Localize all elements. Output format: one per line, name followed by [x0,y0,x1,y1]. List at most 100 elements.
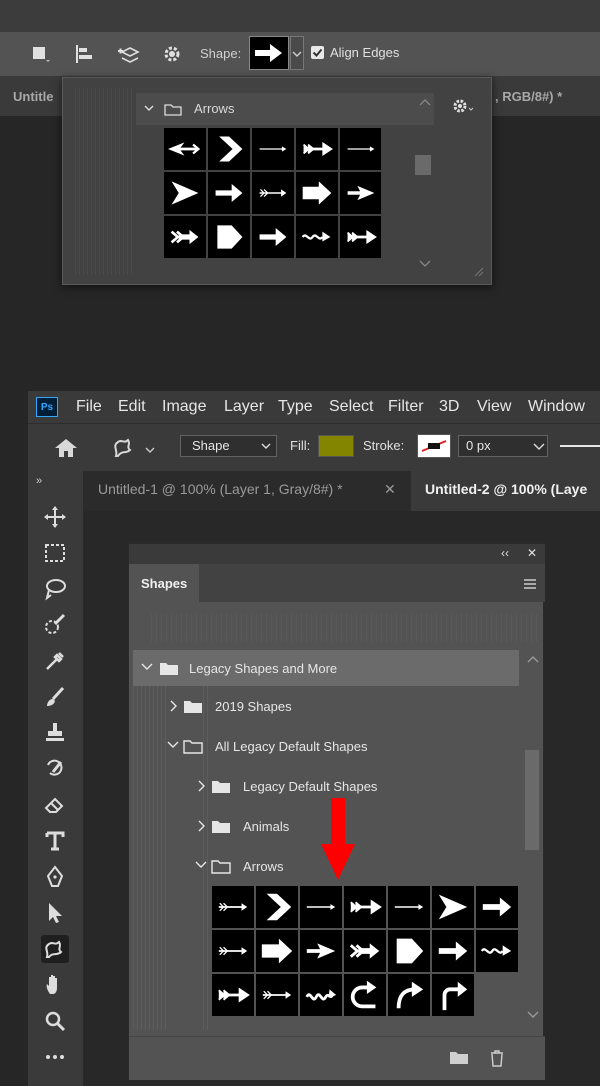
lasso-tool-icon[interactable] [41,575,69,603]
scroll-thumb[interactable] [525,750,539,850]
stamp-tool-icon[interactable] [41,719,69,747]
align-icon[interactable] [72,42,96,66]
arrow-feathered-thin-icon[interactable] [256,974,298,1016]
stroke-style-line[interactable] [560,445,600,447]
doc-tab-untitled-2[interactable]: Untitled-2 @ 100% (Laye [411,471,600,511]
panel-menu-icon[interactable] [523,578,537,590]
menu-view[interactable]: View [477,398,511,416]
trash-icon[interactable] [489,1049,505,1067]
row-all-legacy[interactable]: All Legacy Default Shapes [163,728,519,764]
align-edges-checkbox[interactable] [311,46,324,59]
collapse-icon[interactable]: » [36,475,42,487]
menu-window[interactable]: Window [528,398,585,416]
row-legacy-default[interactable]: Legacy Default Shapes [191,768,519,804]
type-tool-icon[interactable] [41,827,69,855]
rectangle-op-icon[interactable] [28,42,52,66]
eyedropper-tool-icon[interactable] [41,647,69,675]
gear-icon[interactable] [160,42,184,66]
arrow-feathered-thin-icon[interactable] [212,930,254,972]
menu-type[interactable]: Type [278,398,313,416]
arrow-wavy-icon[interactable] [296,216,338,258]
picker-scrollbar[interactable] [415,93,435,273]
doc-tab-untitled-1[interactable]: Untitled-1 @ 100% (Layer 1, Gray/8#) * [86,471,398,511]
resize-grip-icon[interactable] [473,266,485,278]
menu-select[interactable]: Select [329,398,373,416]
picker-scroll-thumb[interactable] [415,155,431,175]
menu-image[interactable]: Image [162,398,206,416]
arrow-bold-icon[interactable] [432,930,474,972]
arrow-bold-icon[interactable] [476,886,518,928]
row-arrows[interactable]: Arrows [191,848,519,884]
chevron-large-icon[interactable] [208,128,250,170]
arrowhead-triangle-icon[interactable] [432,886,474,928]
custom-shape-tool-icon[interactable] [41,935,69,963]
gear-icon[interactable] [451,96,477,116]
zoom-tool-icon[interactable] [41,1007,69,1035]
arrowhead-small-icon[interactable] [340,172,381,214]
stroke-swatch[interactable] [417,434,451,458]
quick-select-tool-icon[interactable] [41,611,69,639]
fill-swatch[interactable] [318,435,354,457]
mode-select[interactable]: Shape [180,435,277,457]
new-folder-icon[interactable] [449,1049,469,1065]
arrow-thin-icon[interactable] [300,886,342,928]
arrow-dart-icon[interactable] [164,128,206,170]
close-icon[interactable]: ✕ [384,481,396,498]
arrow-block-icon[interactable] [296,172,338,214]
history-brush-tool-icon[interactable] [41,755,69,783]
arrow-feathered-bold-icon[interactable] [164,216,206,258]
arrow-feathered-thin-icon[interactable] [212,886,254,928]
menu-file[interactable]: File [76,398,102,416]
menu-3d[interactable]: 3D [439,398,459,416]
chevron-large-icon[interactable] [256,886,298,928]
doc-tab-right[interactable]: , RGB/8#) * [495,89,562,104]
arrow-squiggle-icon[interactable] [300,974,342,1016]
arrow-feathered-bold-icon[interactable] [344,930,386,972]
arrowhead-small-icon[interactable] [300,930,342,972]
menu-edit[interactable]: Edit [118,398,146,416]
arrow-block-icon[interactable] [256,930,298,972]
arrow-pentagon-icon[interactable] [388,930,430,972]
marquee-tool-icon[interactable] [41,539,69,567]
custom-shape-tool-icon[interactable] [110,434,158,462]
scroll-down-icon[interactable] [527,1010,539,1020]
arrow-uturn-icon[interactable] [344,974,386,1016]
arrow-feathered-thin-icon[interactable] [252,172,294,214]
home-icon[interactable] [52,436,80,460]
scroll-up-icon[interactable] [527,654,539,664]
eraser-tool-icon[interactable] [41,791,69,819]
arrow-feathered-icon[interactable] [340,216,381,258]
row-2019-shapes[interactable]: 2019 Shapes [163,688,519,724]
shape-swatch[interactable] [249,36,289,70]
stroke-width-field[interactable]: 0 px [458,435,548,457]
arrow-thin-icon[interactable] [340,128,381,170]
arrow-corner-icon[interactable] [432,974,474,1016]
panel-close-icon[interactable]: ✕ [527,546,537,560]
pen-tool-icon[interactable] [41,863,69,891]
tab-shapes[interactable]: Shapes [129,564,199,602]
row-animals[interactable]: Animals [191,808,519,844]
arrow-feathered-icon[interactable] [344,886,386,928]
arrow-wavy-icon[interactable] [476,930,518,972]
arrow-feathered-icon[interactable] [296,128,338,170]
menu-layer[interactable]: Layer [224,398,264,416]
arrow-thin-icon[interactable] [388,886,430,928]
arrow-bold-icon[interactable] [208,172,250,214]
brush-tool-icon[interactable] [41,683,69,711]
panel-collapse-icon[interactable]: ‹‹ [501,546,509,560]
arrow-thin-icon[interactable] [252,128,294,170]
doc-tab-left[interactable]: Untitle [13,89,53,104]
arrowhead-triangle-icon[interactable] [164,172,206,214]
chevron-down-icon[interactable] [290,36,304,70]
arrow-feathered-icon[interactable] [212,974,254,1016]
menu-filter[interactable]: Filter [388,398,424,416]
row-legacy-shapes[interactable]: Legacy Shapes and More [133,650,519,686]
picker-folder-row[interactable]: Arrows [136,93,434,125]
arrange-icon[interactable] [116,42,140,66]
arrow-bold-icon[interactable] [252,216,294,258]
arrow-curved-icon[interactable] [388,974,430,1016]
more-tools-icon[interactable] [41,1043,69,1071]
path-select-tool-icon[interactable] [41,899,69,927]
hand-tool-icon[interactable] [41,971,69,999]
arrow-pentagon-icon[interactable] [208,216,250,258]
